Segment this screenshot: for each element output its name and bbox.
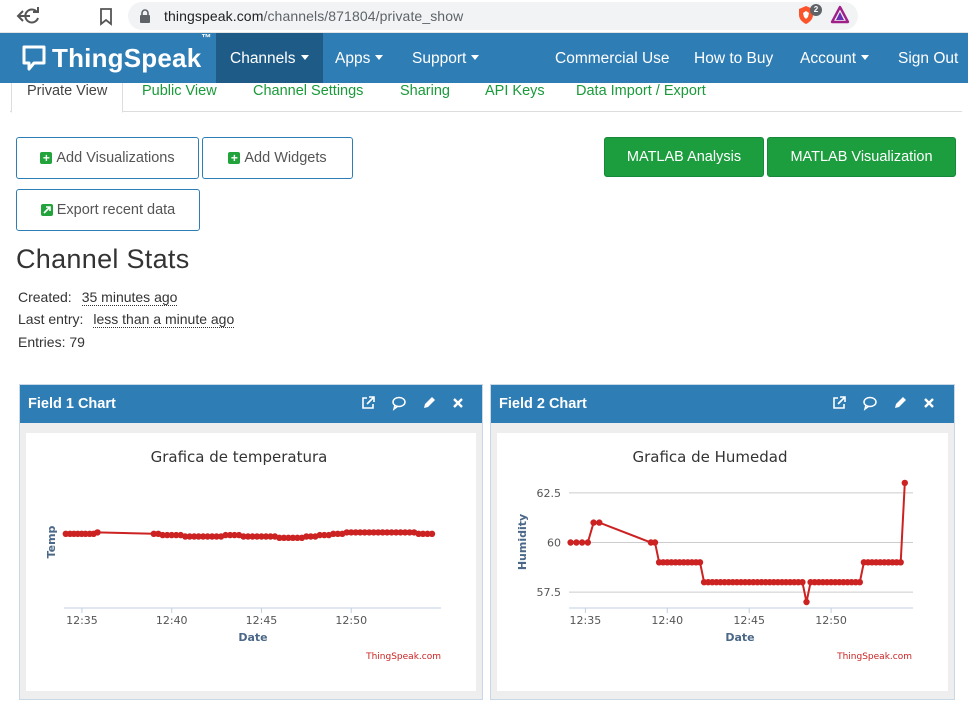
y-tick-label: 62.5: [537, 487, 562, 500]
nav-commercial-use[interactable]: Commercial Use: [541, 33, 684, 83]
y-tick-label: 60: [547, 536, 561, 549]
nav-how-to-buy[interactable]: How to Buy: [680, 33, 787, 83]
caret-down-icon: [375, 55, 384, 61]
tab-channel-settings[interactable]: Channel Settings: [253, 83, 363, 112]
caret-down-icon: [300, 55, 309, 61]
y-tick-label: 57.5: [537, 586, 562, 599]
panel-header: Field 1 Chart: [20, 385, 482, 423]
nav-account[interactable]: Account: [786, 33, 883, 83]
x-tick-label: 12:45: [246, 614, 278, 627]
panel-title: Field 1 Chart: [28, 396, 116, 412]
stat-entries: Entries: 79: [18, 334, 85, 350]
browser-toolbar: thingspeak.com/channels/871804/private_s…: [0, 0, 968, 33]
thingspeak-logo[interactable]: ThingSpeak™: [22, 33, 212, 74]
x-axis-label: Date: [725, 631, 754, 644]
data-point: [856, 579, 863, 586]
comment-icon[interactable]: [391, 395, 407, 411]
thingspeak-credit[interactable]: ThingSpeak.com: [836, 652, 912, 662]
tab-public-view[interactable]: Public View: [142, 83, 217, 112]
tab-private-view[interactable]: Private View: [11, 83, 124, 113]
matlab-visualization-button[interactable]: MATLAB Visualization: [767, 137, 956, 177]
x-tick-label: 12:35: [66, 614, 98, 627]
chart-title: Grafica de Humedad: [632, 448, 787, 466]
data-point: [651, 539, 659, 546]
plus-icon: +: [40, 152, 53, 164]
created-value: 35 minutes ago: [81, 289, 178, 306]
data-point: [573, 539, 580, 546]
caret-down-icon: [861, 55, 870, 61]
field-2-chart-panel: Field 2 Chart Grafica de Humedad Humidit…: [490, 384, 955, 700]
data-point: [596, 519, 603, 526]
channel-stats-heading: Channel Stats: [16, 244, 190, 274]
rewards-triangle-icon[interactable]: [830, 5, 850, 25]
export-icon: [40, 204, 53, 216]
nav-apps[interactable]: Apps: [321, 33, 397, 83]
stat-created: Created: 35 minutes ago: [18, 289, 178, 306]
x-tick-label: 12:45: [733, 614, 765, 627]
top-navbar: ThingSpeak™ Channels Apps Support Commer…: [0, 33, 968, 83]
field-1-chart-panel: Field 1 Chart Grafica de temperatura Tem…: [19, 384, 483, 700]
nav-support[interactable]: Support: [398, 33, 493, 83]
add-widgets-button[interactable]: + Add Widgets: [202, 137, 353, 179]
tab-sharing[interactable]: Sharing: [400, 83, 450, 112]
address-bar[interactable]: thingspeak.com/channels/871804/private_s…: [128, 2, 858, 30]
data-point: [567, 539, 574, 546]
data-point: [897, 559, 904, 566]
x-tick-label: 12:50: [815, 614, 847, 627]
chart-title: Grafica de temperatura: [151, 448, 328, 466]
shield-count-badge: 2: [810, 4, 822, 16]
x-tick-label: 12:35: [570, 614, 602, 627]
chart-area: Grafica de temperatura Temp Date ThingSp…: [26, 433, 476, 691]
data-point: [590, 519, 597, 526]
export-recent-data-button[interactable]: Export recent data: [16, 189, 200, 231]
data-point: [584, 539, 591, 546]
reload-icon[interactable]: [22, 6, 42, 26]
tab-data-import-export[interactable]: Data Import / Export: [576, 83, 706, 112]
bookmark-icon[interactable]: [96, 6, 116, 26]
x-axis-label: Date: [238, 631, 267, 644]
data-point: [696, 559, 704, 566]
data-point: [578, 539, 586, 546]
data-point: [901, 479, 908, 487]
y-axis-label: Humidity: [516, 514, 529, 570]
temperature-chart: Grafica de temperatura Temp Date ThingSp…: [45, 448, 441, 662]
speech-bubble-logo-icon: [22, 45, 46, 71]
pencil-icon[interactable]: [421, 395, 437, 411]
close-icon[interactable]: [921, 395, 937, 411]
chart-area: Grafica de Humedad Humidity Date ThingSp…: [497, 433, 948, 691]
pencil-icon[interactable]: [892, 395, 908, 411]
x-tick-label: 12:40: [651, 614, 683, 627]
external-link-icon[interactable]: [360, 395, 376, 411]
x-tick-label: 12:50: [335, 614, 367, 627]
add-visualizations-button[interactable]: + Add Visualizations: [16, 137, 199, 179]
panel-title: Field 2 Chart: [499, 396, 587, 412]
data-point: [799, 579, 806, 586]
nav-channels[interactable]: Channels: [216, 33, 323, 83]
nav-sign-out[interactable]: Sign Out: [884, 33, 968, 83]
plus-icon: +: [228, 152, 241, 164]
thingspeak-credit[interactable]: ThingSpeak.com: [365, 652, 441, 662]
matlab-analysis-button[interactable]: MATLAB Analysis: [604, 137, 764, 177]
lock-icon: [140, 9, 150, 23]
comment-icon[interactable]: [862, 395, 878, 411]
url-text: thingspeak.com/channels/871804/private_s…: [164, 8, 464, 24]
external-link-icon[interactable]: [831, 395, 847, 411]
data-point: [428, 530, 436, 537]
panel-header: Field 2 Chart: [491, 385, 954, 423]
last-entry-value: less than a minute ago: [93, 311, 235, 328]
channel-tabs: Private View Public View Channel Setting…: [10, 83, 962, 113]
data-point: [94, 529, 101, 536]
data-point: [803, 598, 810, 606]
humidity-chart: Grafica de Humedad Humidity Date ThingSp…: [516, 448, 913, 662]
entries-value: 79: [69, 334, 85, 350]
caret-down-icon: [471, 55, 480, 61]
stat-last-entry: Last entry: less than a minute ago: [18, 311, 235, 328]
x-tick-label: 12:40: [156, 614, 188, 627]
y-axis-label: Temp: [45, 525, 58, 558]
tab-api-keys[interactable]: API Keys: [485, 83, 545, 112]
close-icon[interactable]: [450, 395, 466, 411]
